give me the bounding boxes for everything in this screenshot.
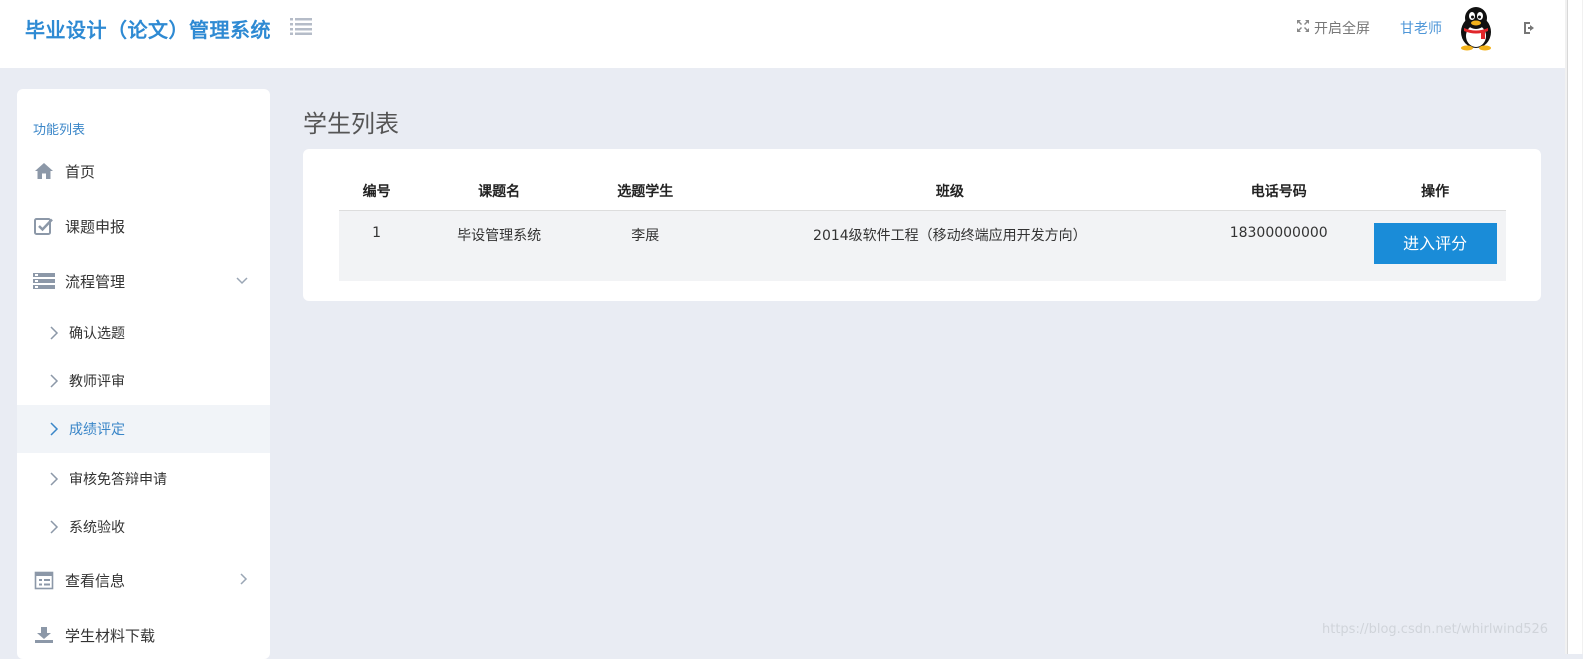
page-title: 学生列表 — [303, 110, 399, 138]
column-header-id: 编号 — [339, 171, 415, 211]
watermark: https://blog.csdn.net/whirlwind526 — [1322, 622, 1549, 637]
table-row: 1 毕设管理系统 李展 2014级软件工程（移动终端应用开发方向） 183000… — [339, 210, 1506, 281]
sidebar-item-label: 课题申报 — [65, 217, 126, 236]
qq-penguin-avatar[interactable] — [1455, 5, 1497, 51]
calendar-icon — [33, 570, 55, 590]
chevron-right-icon — [50, 520, 59, 534]
sidebar-item-student-materials[interactable]: 学生材料下载 — [17, 612, 270, 658]
column-header-student: 选题学生 — [584, 171, 707, 211]
chevron-right-icon — [240, 572, 248, 588]
sidebar-item-topic-apply[interactable]: 课题申报 — [17, 203, 270, 249]
logout-icon[interactable] — [1522, 20, 1538, 36]
chevron-down-icon — [236, 274, 248, 288]
sidebar-item-process[interactable]: 流程管理 — [17, 258, 270, 304]
sidebar: 功能列表 首页 课题申报 流程管理 确认选题 教师评审 成绩评定 审核免答辩申请 — [17, 89, 270, 659]
chevron-right-icon — [50, 472, 59, 486]
sidebar-item-label: 首页 — [65, 162, 96, 181]
sidebar-item-label: 学生材料下载 — [65, 626, 156, 645]
expand-icon — [1296, 19, 1310, 37]
sidebar-subitem-exemption-review[interactable]: 审核免答辩申请 — [17, 455, 270, 503]
list-icon — [33, 271, 55, 291]
home-icon — [33, 161, 55, 181]
sidebar-subitem-label: 系统验收 — [69, 520, 125, 536]
cell-action: 进入评分 — [1364, 210, 1506, 281]
fullscreen-label: 开启全屏 — [1314, 21, 1370, 37]
fullscreen-button[interactable]: 开启全屏 — [1296, 18, 1370, 38]
sidebar-item-home[interactable]: 首页 — [17, 148, 270, 194]
column-header-class: 班级 — [706, 171, 1194, 211]
cell-class: 2014级软件工程（移动终端应用开发方向） — [706, 210, 1194, 281]
column-header-action: 操作 — [1364, 171, 1506, 211]
sidebar-subitem-label: 审核免答辩申请 — [69, 472, 167, 488]
cell-topic: 毕设管理系统 — [414, 210, 584, 281]
top-bar: 毕业设计（论文）管理系统 开启全屏 甘老师 — [0, 0, 1565, 68]
sidebar-item-view-info[interactable]: 查看信息 — [17, 557, 270, 603]
table-header-row: 编号 课题名 选题学生 班级 电话号码 操作 — [339, 171, 1506, 211]
cell-id: 1 — [339, 210, 415, 281]
sidebar-item-label: 查看信息 — [65, 571, 126, 590]
check-square-icon — [33, 216, 55, 236]
sidebar-subitem-label: 成绩评定 — [69, 422, 125, 438]
user-name-link[interactable]: 甘老师 — [1400, 18, 1442, 38]
app-title: 毕业设计（论文）管理系统 — [25, 18, 271, 42]
chevron-right-icon — [50, 374, 59, 388]
sidebar-subitem-system-acceptance[interactable]: 系统验收 — [17, 503, 270, 551]
chevron-right-icon — [50, 422, 59, 436]
student-list-card: 编号 课题名 选题学生 班级 电话号码 操作 1 毕设管理系统 李展 2014级… — [303, 149, 1541, 301]
cell-phone: 18300000000 — [1193, 210, 1365, 281]
scrollbar-thumb[interactable] — [1567, 0, 1582, 654]
column-header-phone: 电话号码 — [1193, 171, 1365, 211]
sidebar-subitem-teacher-review[interactable]: 教师评审 — [17, 357, 270, 405]
sidebar-heading: 功能列表 — [33, 123, 86, 138]
sidebar-subitem-confirm-topic[interactable]: 确认选题 — [17, 309, 270, 357]
cell-student: 李展 — [584, 210, 707, 281]
menu-list-icon[interactable] — [290, 17, 312, 35]
column-header-topic: 课题名 — [414, 171, 584, 211]
download-icon — [33, 625, 55, 645]
sidebar-item-label: 流程管理 — [65, 272, 126, 291]
chevron-right-icon — [50, 326, 59, 340]
sidebar-subitem-label: 确认选题 — [69, 326, 125, 342]
sidebar-subitem-label: 教师评审 — [69, 374, 125, 390]
sidebar-subitem-grading[interactable]: 成绩评定 — [17, 405, 270, 453]
student-table: 编号 课题名 选题学生 班级 电话号码 操作 1 毕设管理系统 李展 2014级… — [339, 171, 1506, 281]
enter-scoring-button[interactable]: 进入评分 — [1373, 222, 1497, 264]
